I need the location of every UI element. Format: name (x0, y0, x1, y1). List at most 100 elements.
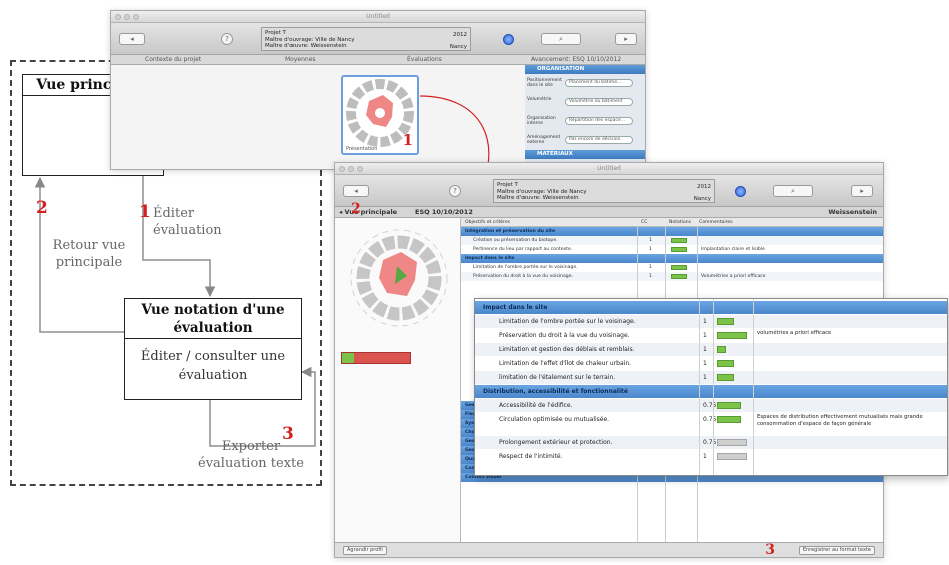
row-text: Limitation de l'ombre portée sur le vois… (499, 318, 636, 325)
row-cc: 0.75 (703, 416, 717, 423)
table-row[interactable]: Circulation optimisée ou mutualisée. 0.75… (475, 413, 947, 435)
score-bar (341, 352, 411, 364)
project-info-display: Projet T Maître d'ouvrage: Ville de Nanc… (493, 179, 715, 203)
row-text: limitation de l'étalement sur le terrain… (499, 374, 616, 381)
row-cc: 0.75 (703, 402, 717, 409)
rating-chip[interactable] (717, 402, 741, 409)
project-architect: Maître d'œuvre: Weissenstein (497, 195, 579, 201)
row-cc: 1 (649, 238, 652, 243)
row-cc: 1 (703, 360, 707, 367)
rating-chip[interactable] (717, 346, 726, 353)
help-button[interactable]: ? (449, 185, 461, 197)
row-comment: Espaces de distribution effectivement mu… (757, 414, 923, 427)
row-text: Impact dans le site (483, 304, 548, 311)
rating-chip[interactable] (717, 318, 734, 325)
row-text: Circulation optimisée ou mutualisée. (499, 416, 610, 423)
rating-chip[interactable] (717, 374, 734, 381)
row-text: Limitation de l'effet d'îlot de chaleur … (499, 360, 632, 367)
row-cc: 1 (703, 318, 707, 325)
close-dot[interactable] (339, 166, 345, 172)
row-cc: 1 (703, 453, 707, 460)
table-row[interactable]: Pertinence du lieu par rapport au contex… (461, 245, 883, 254)
rating-chip[interactable] (717, 332, 747, 339)
row-text: Impact dans le site (465, 256, 515, 261)
col-divider (713, 299, 714, 475)
row-cc: 1 (703, 346, 707, 353)
row-text: Préservation du droit à la vue du voisin… (473, 274, 573, 279)
row-cc: 1 (703, 332, 707, 339)
window2-statusbar: Agrandir profil 3 Enregistrer au format … (335, 542, 883, 557)
table-row[interactable]: Préservation du droit à la vue du voisin… (475, 329, 947, 342)
window2-toolbar: ◂ ? Projet T Maître d'ouvrage: Ville de … (335, 175, 883, 207)
row-text: Distribution, accessibilité et fonctionn… (483, 388, 628, 395)
rating-chip[interactable] (671, 247, 687, 252)
table-row[interactable]: Limitation de l'ombre portée sur le vois… (461, 263, 883, 272)
table-row[interactable]: Préservation du droit à la vue du voisin… (461, 272, 883, 281)
row-text: Prolongement extérieur et protection. (499, 439, 613, 446)
window2-title: Untitled (597, 165, 621, 172)
row-text: Création ou préservation du biotope. (473, 238, 558, 243)
rating-chip[interactable] (671, 238, 687, 243)
rating-chip[interactable] (717, 360, 734, 367)
breadcrumb-phase: ESQ 10/10/2012 (415, 208, 473, 216)
section-row[interactable]: Impact dans le site (461, 254, 883, 263)
radar-profile-icon (350, 229, 448, 327)
col-header-comments: Commentaires (699, 220, 733, 225)
project-city: Nancy (693, 196, 711, 202)
row-text: Limitation et gestion des déblais et rem… (499, 346, 635, 353)
row-cc: 1 (649, 265, 652, 270)
table-row[interactable]: Création ou préservation du biotope. 1 (461, 236, 883, 245)
minimize-dot[interactable] (348, 166, 354, 172)
zoom-dot[interactable] (357, 166, 363, 172)
table-row[interactable]: Respect de l'intimité. 1 (475, 450, 947, 463)
zoomed-criteria-panel: Impact dans le site Limitation de l'ombre… (474, 298, 948, 476)
table-row[interactable]: Limitation de l'ombre portée sur le vois… (475, 315, 947, 328)
col-divider (753, 299, 754, 475)
row-text: Préservation du droit à la vue du voisin… (499, 332, 630, 339)
row-cc: 1 (703, 374, 707, 381)
info-icon[interactable] (735, 186, 746, 197)
row-text: Accessibilité de l'édifice. (499, 402, 573, 409)
section-row[interactable]: Impact dans le site (475, 301, 947, 314)
row-comment: Volumétries a priori efficace (701, 274, 766, 279)
rating-chip[interactable] (671, 265, 687, 270)
col-header-criteria: Objectifs et critères (465, 220, 511, 225)
section-row[interactable]: Intégration et préservation du site (461, 227, 883, 236)
footer-step-num: 3 (765, 542, 775, 558)
row-comment: volumétries a priori efficace (757, 330, 832, 336)
breadcrumb-architect: Weissenstein (828, 208, 877, 216)
export-text-button[interactable]: Enregistrer au format texte (798, 546, 875, 555)
row-text: Intégration et préservation du site (465, 229, 556, 234)
table-row[interactable]: Limitation et gestion des déblais et rem… (475, 343, 947, 356)
score-bar-fill (342, 353, 354, 363)
table-row[interactable]: Prolongement extérieur et protection. 0.7… (475, 436, 947, 449)
row-text: Respect de l'intimité. (499, 453, 563, 460)
project-year: 2012 (697, 184, 711, 190)
rating-chip[interactable] (717, 416, 741, 423)
window2-titlebar: Untitled (335, 163, 883, 175)
row-text: Limitation de l'ombre portée sur le vois… (473, 265, 578, 270)
breadcrumb-step-num: 2 (351, 201, 361, 217)
rating-chip[interactable] (671, 274, 687, 279)
table-row[interactable]: Accessibilité de l'édifice. 0.75 (475, 399, 947, 412)
col-divider (699, 299, 700, 475)
section-row[interactable]: Distribution, accessibilité et fonctionn… (475, 385, 947, 398)
back-button[interactable]: ◂ (343, 185, 369, 197)
table-row[interactable]: Limitation de l'effet d'îlot de chaleur … (475, 357, 947, 370)
row-cc: 1 (649, 274, 652, 279)
row-text: Pertinence du lieu par rapport au contex… (473, 247, 573, 252)
enlarge-profile-button[interactable]: Agrandir profil (343, 546, 387, 555)
rating-chip[interactable] (717, 439, 747, 446)
row-cc: 0.75 (703, 439, 717, 446)
breadcrumb-back-link[interactable]: ◂ Vue principale (339, 207, 397, 218)
rating-chip[interactable] (717, 453, 747, 460)
table-header: Objectifs et critères CC Notations Comme… (461, 218, 883, 227)
breadcrumb: ◂ Vue principale 2 ESQ 10/10/2012 Weisse… (335, 201, 883, 218)
search-button[interactable]: ⌕ (773, 185, 813, 197)
profile-pane (335, 218, 461, 544)
forward-button[interactable]: ▸ (851, 185, 873, 197)
row-cc: 1 (649, 247, 652, 252)
table-row[interactable]: limitation de l'étalement sur le terrain… (475, 371, 947, 384)
col-header-cc: CC (641, 220, 648, 225)
row-comment: Implantation claire et lisible (701, 247, 765, 252)
